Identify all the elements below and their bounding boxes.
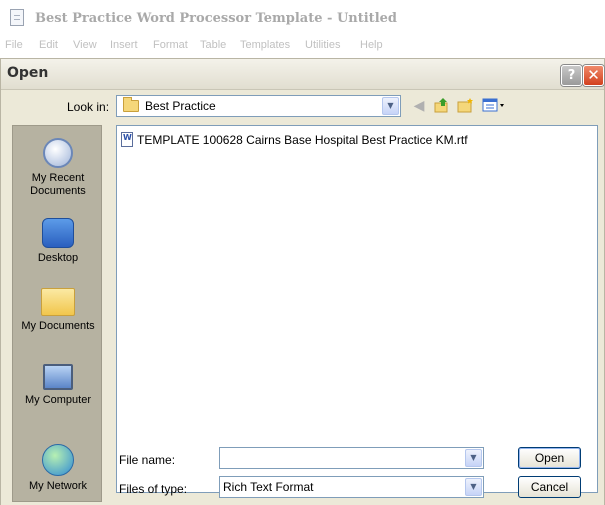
place-my-computer[interactable]: My Computer: [13, 364, 103, 407]
file-name: TEMPLATE 100628 Cairns Base Hospital Bes…: [137, 133, 468, 147]
rtf-document-icon: [121, 132, 133, 147]
chevron-down-icon[interactable]: ▼: [465, 449, 482, 467]
menu-view[interactable]: View: [73, 39, 97, 51]
chevron-down-icon[interactable]: ▼: [382, 97, 399, 115]
look-in-dropdown[interactable]: Best Practice ▼: [116, 95, 401, 117]
help-button[interactable]: ?: [561, 65, 582, 86]
places-bar: My Recent Documents Desktop My Documents…: [12, 125, 102, 502]
back-icon[interactable]: ◀: [411, 97, 427, 115]
dialog-title: Open: [7, 65, 49, 81]
look-in-label: Look in:: [67, 100, 110, 114]
menu-help[interactable]: Help: [360, 39, 383, 51]
menu-format[interactable]: Format: [153, 39, 188, 51]
place-label: My Network: [28, 480, 88, 492]
menu-insert[interactable]: Insert: [110, 39, 138, 51]
menu-file[interactable]: File: [5, 39, 23, 51]
file-type-label: Files of type:: [119, 482, 188, 496]
place-my-documents[interactable]: My Documents: [13, 288, 103, 333]
menubar: File Edit View Insert Format Table Templ…: [0, 36, 605, 58]
close-button[interactable]: ✕: [583, 65, 604, 86]
file-list[interactable]: TEMPLATE 100628 Cairns Base Hospital Bes…: [116, 125, 598, 493]
open-dialog: Open ? ✕ Look in: Best Practice ▼ ◀ My R…: [0, 58, 605, 505]
place-label: My Computer: [24, 394, 92, 406]
open-button[interactable]: Open: [518, 447, 581, 469]
my-computer-icon: [43, 364, 73, 390]
file-type-value: Rich Text Format: [223, 480, 314, 494]
app-title: Best Practice Word Processor Template - …: [35, 11, 397, 26]
place-label: My Recent Documents: [30, 172, 86, 197]
up-folder-icon[interactable]: [433, 97, 451, 115]
my-network-icon: [42, 444, 74, 476]
new-folder-icon[interactable]: [457, 97, 475, 115]
desktop-icon: [42, 218, 74, 248]
folder-icon: [123, 97, 139, 112]
place-desktop[interactable]: Desktop: [13, 218, 103, 265]
place-label: My Documents: [21, 320, 95, 332]
cancel-button[interactable]: Cancel: [518, 476, 581, 498]
menu-templates[interactable]: Templates: [240, 39, 290, 51]
file-name-field[interactable]: ▼: [219, 447, 484, 469]
my-documents-icon: [41, 288, 75, 316]
app-titlebar: Best Practice Word Processor Template - …: [0, 0, 605, 36]
place-my-network[interactable]: My Network: [13, 444, 103, 493]
menu-table[interactable]: Table: [200, 39, 226, 51]
my-recent-documents-icon: [43, 138, 73, 168]
document-app-icon: [10, 9, 24, 26]
dialog-titlebar: Open ? ✕: [1, 59, 604, 90]
menu-edit[interactable]: Edit: [39, 39, 58, 51]
file-type-dropdown[interactable]: Rich Text Format ▼: [219, 476, 484, 498]
file-name-input[interactable]: [222, 449, 462, 467]
file-name-label: File name:: [119, 453, 176, 467]
place-label: Desktop: [37, 252, 79, 264]
menu-utilities[interactable]: Utilities: [305, 39, 340, 51]
place-my-recent-documents[interactable]: My Recent Documents: [13, 138, 103, 198]
look-in-value: Best Practice: [145, 99, 216, 113]
views-menu-icon[interactable]: [481, 97, 507, 115]
chevron-down-icon[interactable]: ▼: [465, 478, 482, 496]
